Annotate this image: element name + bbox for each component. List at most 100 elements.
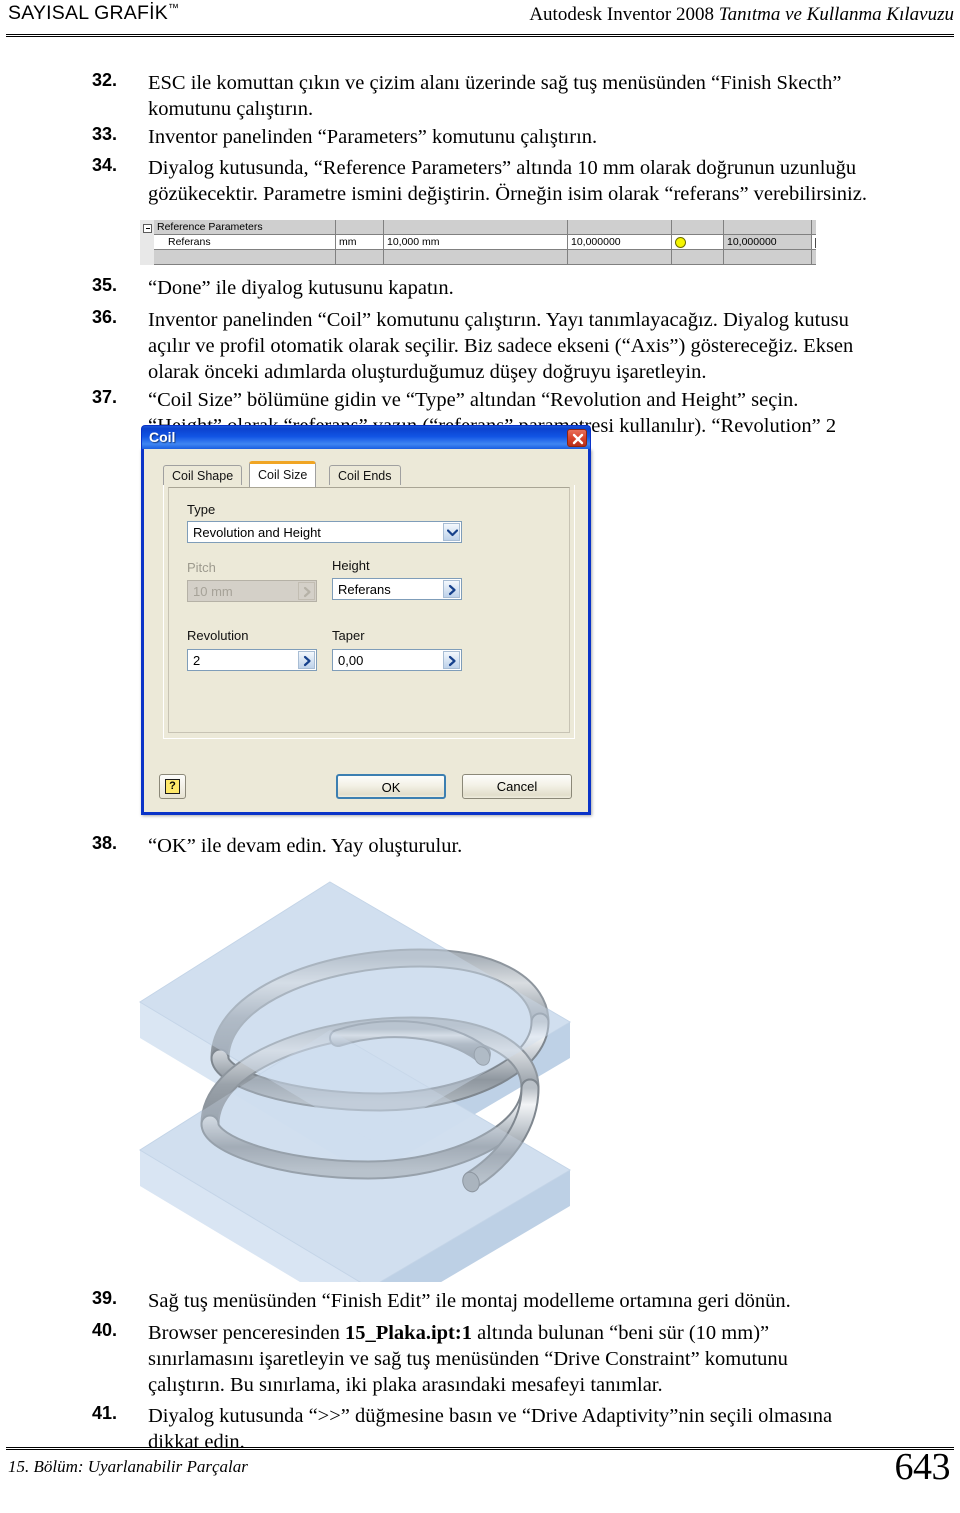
help-button[interactable]: ? [159,774,186,799]
step-number: 41. [92,1403,118,1423]
type-dropdown[interactable]: Revolution and Height [187,521,462,543]
page-header: SAYISAL GRAFİK™ Autodesk Inventor 2008 T… [0,0,960,38]
empty-cell [568,250,672,265]
file-name-emphasis: 15_Plaka.ipt:1 [344,1322,472,1344]
height-field[interactable]: Referans [332,578,462,600]
list-item: 36. Inventor panelinden “Coil” komutunu … [92,307,868,385]
header-brand-text: SAYISAL GRAFİK [8,2,168,24]
dialog-tabstrip: Coil Shape Coil Size Coil Ends [163,461,575,487]
height-value[interactable]: Referans [338,582,391,597]
cell-model-value: 10,000000 [724,235,812,250]
height-label: Height [332,558,370,573]
table-row[interactable]: Referans mm 10,000 mm 10,000000 10,00000… [154,235,816,250]
page-number: 643 [894,1446,951,1488]
list-item: 34. Diyalog kutusunda, “Reference Parame… [92,155,868,207]
table-row-empty [154,250,816,265]
page-footer: 15. Bölüm: Uyarlanabilir Parçalar 643 [0,1441,960,1513]
header-cell-unit [336,220,384,235]
header-divider [6,34,954,37]
step-text: Inventor panelinden “Parameters” komutun… [148,126,598,148]
cell-export[interactable] [812,235,816,250]
step-text: Diyalog kutusunda, “Reference Parameters… [148,157,867,205]
chevron-down-icon[interactable] [443,523,460,541]
type-dropdown-value: Revolution and Height [193,525,321,540]
coil-dialog: Coil Coil Shape Coil Size Coil Ends Type… [141,425,591,815]
taper-label: Taper [332,628,365,643]
tab-coil-ends[interactable]: Coil Ends [329,465,401,486]
list-item: 35. “Done” ile diyalog kutusunu kapatın. [92,275,868,301]
list-item: 38. “OK” ile devam edin. Yay oluşturulur… [92,833,868,859]
step-text: ESC ile komuttan çıkın ve çizim alanı üz… [148,72,842,120]
empty-cell [812,250,816,265]
table-row: Reference Parameters [154,220,816,235]
cell-equation[interactable]: 10,000 mm [384,235,568,250]
reference-parameters-screenshot: Reference Parameters Referans mm 10,000 … [140,220,816,265]
header-cell-equation [384,220,568,235]
header-cell-model-value [724,220,812,235]
cell-parameter-name[interactable]: Referans [154,235,336,250]
step-text: “Done” ile diyalog kutusunu kapatın. [148,277,454,299]
cell-tolerance[interactable] [672,235,724,250]
chapter-label: 15. Bölüm: Uyarlanabilir Parçalar [8,1457,248,1476]
taper-field[interactable]: 0,00 [332,649,462,671]
list-item: 33. Inventor panelinden “Parameters” kom… [92,124,868,150]
tab-coil-size[interactable]: Coil Size [249,461,317,487]
cell-nominal-value[interactable]: 10,000000 [568,235,672,250]
step-number: 32. [92,70,118,90]
step-number: 40. [92,1320,118,1340]
list-item: 32. ESC ile komuttan çıkın ve çizim alan… [92,70,868,122]
taper-value[interactable]: 0,00 [338,653,363,668]
pitch-label: Pitch [187,560,216,575]
step-text-lead: Browser penceresinden [148,1322,345,1344]
header-cell-nominal [568,220,672,235]
step-text: “OK” ile devam edin. Yay oluşturulur. [148,835,463,857]
chevron-right-icon[interactable] [443,580,460,598]
step-number: 36. [92,307,118,327]
tolerance-circle-icon [675,237,686,248]
header-book-title: Autodesk Inventor 2008 Tanıtma ve Kullan… [529,4,954,26]
step-number: 38. [92,833,118,853]
list-item: 40. Browser penceresinden 15_Plaka.ipt:1… [92,1320,868,1398]
step-text: Browser penceresinden 15_Plaka.ipt:1 alt… [148,1320,868,1398]
step-number: 35. [92,275,118,295]
revolution-label: Revolution [187,628,249,643]
pitch-value: 10 mm [193,584,233,599]
trademark-symbol: ™ [167,2,180,15]
revolution-field[interactable]: 2 [187,649,317,671]
panel-inner-frame: Type Revolution and Height Pitch 10 mm H… [168,487,570,733]
header-book-title-italic: Tanıtma ve Kullanma Kılavuzu [718,4,954,25]
header-cell-tolerance [672,220,724,235]
tree-collapse-icon[interactable] [143,224,152,233]
empty-cell [336,250,384,265]
type-label: Type [187,502,216,517]
coil-size-panel: Type Revolution and Height Pitch 10 mm H… [163,485,575,739]
cancel-button[interactable]: Cancel [462,774,572,799]
dialog-title: Coil [149,429,176,445]
step-number: 34. [92,155,118,175]
step-text: Sağ tuş menüsünden “Finish Edit” ile mon… [148,1290,791,1312]
revolution-value[interactable]: 2 [193,653,200,668]
step-number: 37. [92,387,118,407]
step-number: 39. [92,1288,118,1308]
header-book-title-regular: Autodesk Inventor 2008 [529,4,719,25]
header-cell-export [812,220,816,235]
empty-cell [672,250,724,265]
export-checkbox[interactable] [815,238,816,248]
question-mark-icon: ? [165,779,180,794]
pitch-field: 10 mm [187,580,317,602]
tab-coil-shape[interactable]: Coil Shape [163,465,243,486]
list-item: 39. Sağ tuş menüsünden “Finish Edit” ile… [92,1288,868,1314]
footer-divider [6,1447,954,1450]
step-text: Inventor panelinden “Coil” komutunu çalı… [148,309,854,383]
ok-button[interactable]: OK [336,774,446,799]
chevron-right-icon[interactable] [443,651,460,669]
header-brand: SAYISAL GRAFİK™ [8,2,179,25]
chevron-right-icon[interactable] [298,651,315,669]
chevron-right-icon [298,582,315,600]
close-icon[interactable] [567,429,587,447]
empty-cell [724,250,812,265]
coil-assembly-render [130,862,830,1324]
dialog-titlebar[interactable]: Coil [141,425,591,449]
cell-unit[interactable]: mm [336,235,384,250]
empty-cell [384,250,568,265]
